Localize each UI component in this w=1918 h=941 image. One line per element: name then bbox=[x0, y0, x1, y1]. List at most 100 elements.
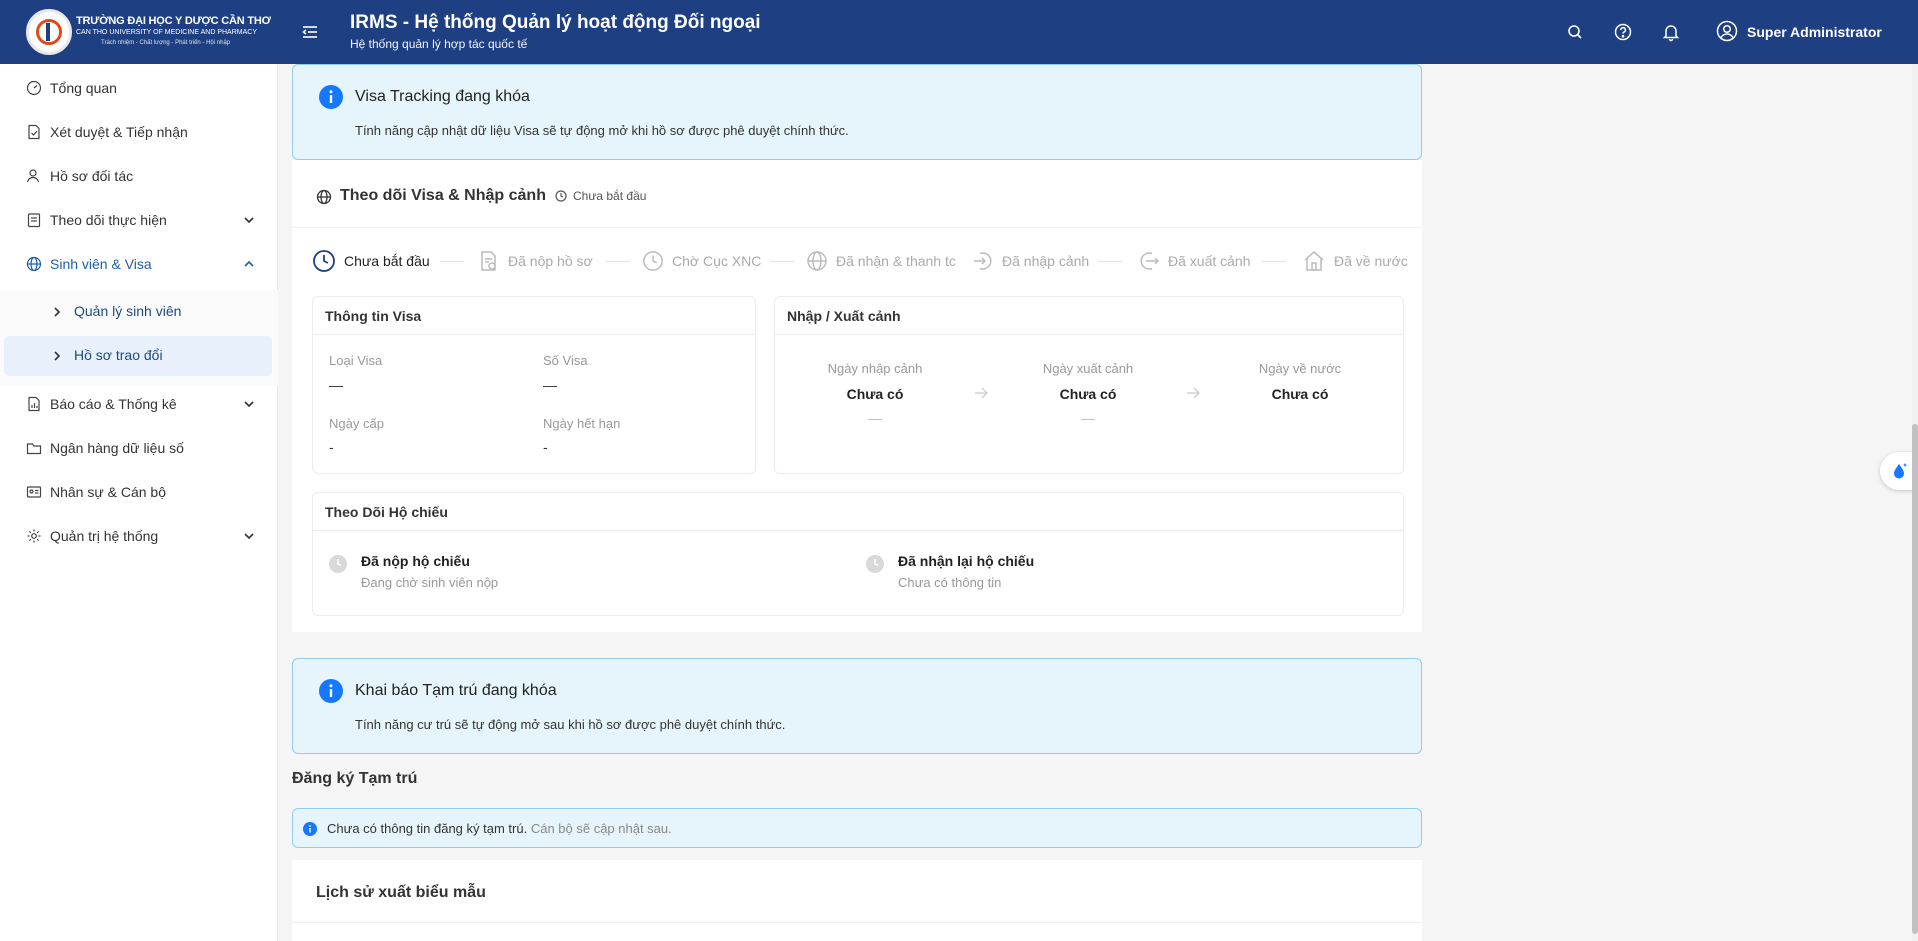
globe-icon bbox=[807, 251, 827, 271]
file-check-icon bbox=[28, 124, 40, 140]
entry-exit-panel: Nhập / Xuất cảnh Ngày nhập cảnh Chưa có … bbox=[774, 296, 1404, 474]
step-connector bbox=[606, 261, 630, 262]
globe-icon bbox=[26, 256, 42, 272]
sidebar-item-label: Theo dõi thực hiện bbox=[50, 212, 167, 228]
page-scrollbar[interactable] bbox=[1912, 64, 1918, 941]
arrow-right-icon bbox=[975, 387, 988, 399]
exit-date-label: Ngày xuất cảnh bbox=[1042, 361, 1134, 376]
sidebar-item-review[interactable]: Xét duyệt & Tiếp nhận bbox=[0, 112, 274, 152]
form-history-card: Lịch sử xuất biểu mẫu bbox=[292, 860, 1422, 941]
visa-locked-alert: Visa Tracking đang khóa Tính năng cập nh… bbox=[292, 64, 1422, 160]
residence-info-sub: Cán bộ sẽ cập nhật sau. bbox=[530, 821, 672, 836]
main-content: Visa Tracking đang khóa Tính năng cập nh… bbox=[290, 64, 1430, 941]
info-icon bbox=[319, 85, 343, 109]
passport-submitted-sub: Đang chờ sinh viên nộp bbox=[361, 575, 499, 590]
top-header: TRƯỜNG ĐẠI HỌC Y DƯỢC CẦN THƠ CAN THO UN… bbox=[0, 0, 1918, 64]
visa-type-value: — bbox=[329, 377, 343, 393]
chevron-down-icon bbox=[244, 217, 254, 224]
visa-number-label: Số Visa bbox=[543, 353, 588, 368]
exit-date-sub: — bbox=[1081, 410, 1095, 426]
step-connector bbox=[770, 261, 794, 262]
menu-toggle-icon[interactable] bbox=[300, 22, 320, 42]
bell-icon[interactable] bbox=[1661, 22, 1681, 42]
step-entered: Đã nhập cảnh bbox=[972, 246, 1089, 276]
info-icon bbox=[319, 679, 343, 703]
step-submitted: Đã nộp hồ sơ bbox=[478, 246, 593, 276]
panel-title: Thông tin Visa bbox=[325, 308, 422, 324]
gear-icon bbox=[27, 529, 41, 543]
sidebar-item-students-visa[interactable]: Sinh viên & Visa bbox=[0, 244, 274, 284]
chevron-down-icon bbox=[244, 401, 254, 408]
water-drop-icon bbox=[1894, 463, 1908, 479]
sidebar-subitem-exchange-records[interactable]: Hồ sơ trao đổi bbox=[4, 336, 272, 376]
sidebar-subitem-label: Quản lý sinh viên bbox=[74, 303, 182, 319]
clock-icon bbox=[555, 190, 567, 202]
status-badge-label: Chưa bắt đầu bbox=[573, 189, 647, 203]
passport-submitted-title: Đã nộp hộ chiếu bbox=[361, 553, 470, 569]
logo-line-2: CAN THO UNIVERSITY OF MEDICINE AND PHARM… bbox=[76, 29, 257, 36]
panel-header: Theo Dõi Hộ chiếu bbox=[313, 493, 1403, 531]
chevron-right-icon bbox=[54, 307, 61, 317]
alert-title: Visa Tracking đang khóa bbox=[355, 88, 530, 105]
user-menu[interactable]: Super Administrator bbox=[1716, 20, 1882, 44]
return-date-value: Chưa có bbox=[1271, 386, 1329, 402]
visa-tracking-card: Theo dõi Visa & Nhập cảnh Chưa bắt đầu C… bbox=[292, 160, 1422, 632]
exit-date-value: Chưa có bbox=[1059, 386, 1117, 402]
return-date-column: Ngày về nước Chưa có bbox=[1200, 361, 1400, 402]
expiry-date-label: Ngày hết hạn bbox=[543, 416, 621, 431]
step-returned: Đã về nước bbox=[1302, 246, 1412, 276]
residence-info-bar: Chưa có thông tin đăng ký tạm trú. Cán b… bbox=[292, 808, 1422, 848]
globe-icon bbox=[316, 189, 332, 205]
exit-icon bbox=[1140, 252, 1160, 270]
chevron-right-icon bbox=[54, 351, 61, 361]
entry-date-column: Ngày nhập cảnh Chưa có — bbox=[775, 361, 975, 426]
document-icon bbox=[481, 251, 496, 271]
sidebar-item-tracking[interactable]: Theo dõi thực hiện bbox=[0, 200, 274, 240]
folder-icon bbox=[26, 443, 42, 455]
issue-date-value: - bbox=[329, 439, 334, 455]
info-icon bbox=[303, 822, 317, 836]
panel-header: Nhập / Xuất cảnh bbox=[775, 297, 1403, 335]
report-icon bbox=[28, 396, 40, 412]
clock-icon bbox=[329, 555, 347, 573]
enter-icon bbox=[974, 252, 992, 270]
arrow-right-icon bbox=[1187, 387, 1200, 399]
sidebar-item-staff[interactable]: Nhân sự & Cán bộ bbox=[0, 472, 274, 512]
logo-emblem bbox=[26, 9, 72, 55]
sidebar-item-label: Ngân hàng dữ liệu số bbox=[50, 440, 184, 456]
university-logo[interactable]: TRƯỜNG ĐẠI HỌC Y DƯỢC CẦN THƠ CAN THO UN… bbox=[26, 7, 271, 57]
user-icon bbox=[1716, 20, 1738, 45]
visa-type-label: Loại Visa bbox=[329, 353, 383, 368]
help-icon[interactable] bbox=[1613, 22, 1633, 42]
sidebar-item-overview[interactable]: Tổng quan bbox=[0, 68, 274, 108]
sidebar-item-label: Xét duyệt & Tiếp nhận bbox=[50, 124, 188, 140]
step-label: Đã nộp hồ sơ bbox=[508, 253, 593, 269]
search-icon[interactable] bbox=[1565, 22, 1585, 42]
sidebar-subitem-student-management[interactable]: Quản lý sinh viên bbox=[4, 292, 272, 332]
visa-number-value: — bbox=[543, 377, 557, 393]
sidebar-item-partners[interactable]: Hồ sơ đối tác bbox=[0, 156, 274, 196]
sidebar-item-label: Tổng quan bbox=[50, 80, 117, 96]
sidebar-item-reports[interactable]: Báo cáo & Thống kê bbox=[0, 384, 274, 424]
entry-date-sub: — bbox=[868, 410, 882, 426]
clock-icon bbox=[313, 250, 335, 272]
step-label: Đã xuất cảnh bbox=[1168, 253, 1251, 269]
card-title: Theo dõi Visa & Nhập cảnh bbox=[340, 187, 546, 204]
logo-line-3: Trách nhiệm - Chất lượng - Phát triển - … bbox=[101, 40, 231, 46]
alert-title: Khai báo Tạm trú đang khóa bbox=[355, 682, 557, 699]
app-subtitle: Hệ thống quản lý hợp tác quốc tế bbox=[350, 37, 528, 51]
logo-line-1: TRƯỜNG ĐẠI HỌC Y DƯỢC CẦN THƠ bbox=[76, 15, 271, 27]
residence-locked-alert: Khai báo Tạm trú đang khóa Tính năng cư … bbox=[292, 658, 1422, 754]
step-connector bbox=[1098, 261, 1122, 262]
expiry-date-value: - bbox=[543, 439, 548, 455]
exit-date-column: Ngày xuất cảnh Chưa có — bbox=[988, 361, 1188, 426]
divider bbox=[292, 922, 1422, 923]
sidebar-item-system-admin[interactable]: Quản trị hệ thống bbox=[0, 516, 274, 556]
sidebar-item-data-bank[interactable]: Ngân hàng dữ liệu số bbox=[0, 428, 274, 468]
residence-section-title: Đăng ký Tạm trú bbox=[292, 770, 418, 787]
home-icon bbox=[1304, 250, 1324, 271]
panel-title: Theo Dõi Hộ chiếu bbox=[325, 504, 448, 520]
user-name: Super Administrator bbox=[1747, 24, 1882, 40]
sidebar-item-label: Quản trị hệ thống bbox=[50, 528, 159, 544]
scrollbar-thumb[interactable] bbox=[1912, 424, 1918, 934]
